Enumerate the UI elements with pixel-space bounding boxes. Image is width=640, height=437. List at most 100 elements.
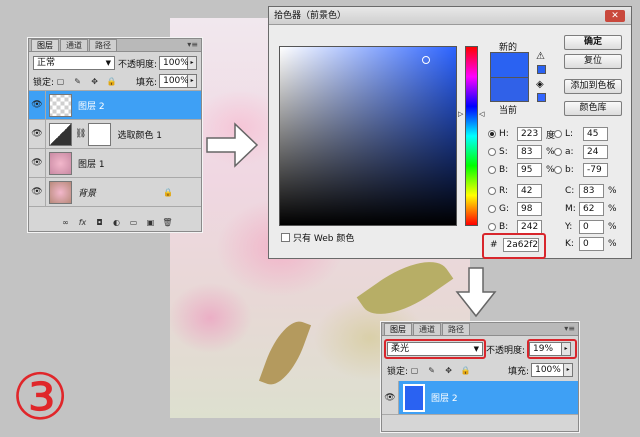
close-button[interactable]: ✕ — [605, 10, 625, 22]
lock-move-icon[interactable]: ✥ — [88, 76, 101, 87]
lab-b-label: b: — [565, 165, 574, 175]
fill-input[interactable]: 100% — [531, 363, 565, 377]
lock-all-icon[interactable]: 🔒 — [459, 365, 472, 376]
eye-icon[interactable]: 👁 — [382, 381, 399, 414]
tab-layers[interactable]: 图层 — [31, 39, 59, 51]
h-input[interactable]: 223 — [517, 127, 542, 141]
tab-paths[interactable]: 路径 — [442, 323, 470, 335]
radio-lab-b[interactable] — [554, 166, 562, 174]
link-icon: ⛓ — [75, 129, 87, 139]
opacity-label: 不透明度: — [118, 59, 158, 70]
gamut-swatch[interactable] — [537, 65, 546, 74]
blend-mode-value: 正常 — [37, 58, 56, 68]
eye-icon[interactable]: 👁 — [29, 120, 46, 148]
panel-menu-icon[interactable]: ▾≡ — [187, 40, 198, 49]
r-label: R: — [499, 186, 509, 196]
web-swatch[interactable] — [537, 93, 546, 102]
a-label: a: — [565, 147, 574, 157]
a-input[interactable]: 24 — [583, 145, 608, 159]
panel-menu-icon[interactable]: ▾≡ — [564, 324, 575, 333]
web-only-checkbox[interactable] — [281, 233, 290, 242]
adjustment-icon — [49, 122, 72, 146]
bottom-layers-panel: 图层 通道 路径 ▾≡ 柔光 ▼ 不透明度: 19% ▸ 锁定: ▢ ✎ ✥ 🔒… — [381, 322, 579, 432]
lock-brush-icon[interactable]: ✎ — [425, 365, 438, 376]
reset-button[interactable]: 复位 — [564, 54, 622, 69]
leaf-shape — [258, 314, 312, 392]
fill-slider-button[interactable]: ▸ — [188, 74, 198, 88]
tab-layers[interactable]: 图层 — [384, 323, 412, 335]
new-layer-icon[interactable]: ▣ — [144, 217, 157, 228]
add-mask-icon[interactable]: ◘ — [93, 217, 106, 228]
ok-button[interactable]: 确定 — [564, 35, 622, 50]
g-label: G: — [499, 204, 510, 214]
radio-a[interactable] — [554, 148, 562, 156]
layer-name: 背景 — [78, 188, 97, 199]
m-label: M: — [565, 204, 576, 214]
eye-icon[interactable]: 👁 — [29, 149, 46, 177]
layer-row-background[interactable]: 👁 背景 🔒 — [29, 178, 201, 207]
lock-transparent-icon[interactable]: ▢ — [54, 76, 67, 87]
r-input[interactable]: 42 — [517, 184, 542, 198]
blend-mode-select[interactable]: 正常 ▼ — [33, 56, 115, 70]
color-field[interactable] — [279, 46, 457, 226]
blend-mode-value: 柔光 — [391, 344, 410, 354]
opacity-input[interactable]: 19% — [529, 342, 563, 356]
radio-b[interactable] — [488, 166, 496, 174]
lab-b-input[interactable]: -79 — [583, 163, 608, 177]
current-color-swatch[interactable] — [490, 77, 529, 102]
layer-name: 图层 2 — [78, 101, 105, 112]
blue-input[interactable]: 242 — [517, 220, 542, 234]
opacity-slider-button[interactable]: ▸ — [562, 342, 572, 356]
lock-move-icon[interactable]: ✥ — [442, 365, 455, 376]
layer-thumbnail — [403, 383, 425, 412]
lock-transparent-icon[interactable]: ▢ — [408, 365, 421, 376]
tab-channels[interactable]: 通道 — [413, 323, 441, 335]
k-input[interactable]: 0 — [579, 237, 604, 251]
lock-brush-icon[interactable]: ✎ — [71, 76, 84, 87]
layer-row-layer1[interactable]: 👁 图层 1 — [29, 149, 201, 178]
hex-input[interactable]: 2a62f2 — [502, 238, 539, 252]
new-group-icon[interactable]: ▭ — [127, 217, 140, 228]
radio-r[interactable] — [488, 187, 496, 195]
layer-row-layer2[interactable]: 👁 图层 2 — [29, 91, 201, 120]
b-input[interactable]: 95 — [517, 163, 542, 177]
link-layers-icon[interactable]: ∞ — [59, 217, 72, 228]
layer-row-selective-color[interactable]: 👁 ⛓ 选取颜色 1 — [29, 120, 201, 149]
opacity-slider-button[interactable]: ▸ — [188, 56, 198, 70]
fx-icon[interactable]: fx — [76, 217, 89, 228]
adjustment-layer-icon[interactable]: ◐ — [110, 217, 123, 228]
l-input[interactable]: 45 — [583, 127, 608, 141]
g-input[interactable]: 98 — [517, 202, 542, 216]
layer-row-layer2[interactable]: 👁 图层 2 — [382, 381, 578, 415]
out-of-gamut-warning-icon[interactable]: ⚠ — [536, 51, 545, 62]
s-input[interactable]: 83 — [517, 145, 542, 159]
layer-name: 图层 2 — [431, 394, 458, 404]
lock-all-icon[interactable]: 🔒 — [105, 76, 118, 87]
radio-g[interactable] — [488, 205, 496, 213]
hue-slider[interactable] — [465, 46, 478, 226]
fill-slider-button[interactable]: ▸ — [564, 363, 574, 377]
delete-layer-icon[interactable]: 🗑 — [161, 217, 174, 228]
y-label: Y: — [565, 222, 573, 232]
tab-channels[interactable]: 通道 — [60, 39, 88, 51]
eye-icon[interactable]: 👁 — [29, 91, 46, 119]
color-libraries-button[interactable]: 颜色库 — [564, 101, 622, 116]
opacity-input[interactable]: 100% — [159, 56, 189, 70]
eye-icon[interactable]: 👁 — [29, 178, 46, 206]
radio-s[interactable] — [488, 148, 496, 156]
blend-mode-select[interactable]: 柔光 ▼ — [387, 342, 483, 356]
web-safe-warning-icon[interactable]: ◈ — [536, 79, 544, 90]
m-input[interactable]: 62 — [579, 202, 604, 216]
radio-l[interactable] — [554, 130, 562, 138]
c-input[interactable]: 83 — [579, 184, 604, 198]
radio-h[interactable] — [488, 130, 496, 138]
bottom-panel-tabs: 图层 通道 路径 ▾≡ — [382, 323, 578, 336]
m-unit: % — [608, 204, 617, 214]
fill-input[interactable]: 100% — [159, 74, 189, 88]
add-to-swatches-button[interactable]: 添加到色板 — [564, 79, 622, 94]
layers-panel-footer: ∞ fx ◘ ◐ ▭ ▣ 🗑 — [59, 217, 178, 228]
s-label: S: — [499, 147, 508, 157]
tab-paths[interactable]: 路径 — [89, 39, 117, 51]
y-input[interactable]: 0 — [579, 220, 604, 234]
radio-blue[interactable] — [488, 223, 496, 231]
